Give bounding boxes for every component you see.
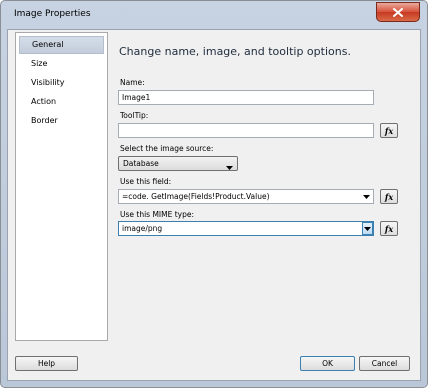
image-source-value: Database bbox=[123, 159, 159, 168]
cancel-button[interactable]: Cancel bbox=[359, 356, 410, 371]
name-label: Name: bbox=[120, 78, 145, 87]
nav-panel: General Size Visibility Action Border bbox=[15, 32, 108, 341]
chevron-down-icon bbox=[226, 161, 233, 174]
chevron-down-icon[interactable] bbox=[361, 191, 372, 202]
window-title: Image Properties bbox=[14, 9, 91, 19]
nav-item-visibility[interactable]: Visibility bbox=[19, 74, 104, 92]
nav-item-size[interactable]: Size bbox=[19, 55, 104, 73]
image-source-select[interactable]: Database bbox=[118, 156, 238, 171]
close-button[interactable] bbox=[376, 2, 420, 22]
chevron-down-icon[interactable] bbox=[362, 222, 373, 235]
mime-type-label: Use this MIME type: bbox=[120, 210, 195, 219]
help-button[interactable]: Help bbox=[15, 356, 78, 371]
tooltip-expression-button[interactable]: fx bbox=[380, 123, 398, 138]
fx-icon: fx bbox=[384, 223, 394, 234]
tooltip-input[interactable] bbox=[118, 123, 374, 138]
mime-type-value: image/png bbox=[122, 224, 163, 233]
fx-icon: fx bbox=[384, 125, 394, 136]
image-source-label: Select the image source: bbox=[120, 144, 214, 153]
page-heading: Change name, image, and tooltip options. bbox=[119, 45, 351, 58]
fx-icon: fx bbox=[384, 191, 394, 202]
nav-item-action[interactable]: Action bbox=[19, 93, 104, 111]
mime-expression-button[interactable]: fx bbox=[380, 221, 398, 236]
tooltip-label: ToolTip: bbox=[120, 111, 149, 120]
close-icon bbox=[393, 7, 403, 17]
use-field-combo[interactable]: =code. GetImage(Fields!Product.Value) bbox=[118, 189, 374, 204]
field-expression-button[interactable]: fx bbox=[380, 189, 398, 204]
nav-item-general[interactable]: General bbox=[19, 36, 104, 54]
nav-item-border[interactable]: Border bbox=[19, 112, 104, 130]
name-input[interactable]: Image1 bbox=[118, 90, 374, 105]
use-field-label: Use this field: bbox=[120, 177, 172, 186]
ok-button[interactable]: OK bbox=[300, 356, 355, 371]
use-field-value: =code. GetImage(Fields!Product.Value) bbox=[122, 192, 270, 201]
mime-type-combo[interactable]: image/png bbox=[118, 221, 374, 236]
